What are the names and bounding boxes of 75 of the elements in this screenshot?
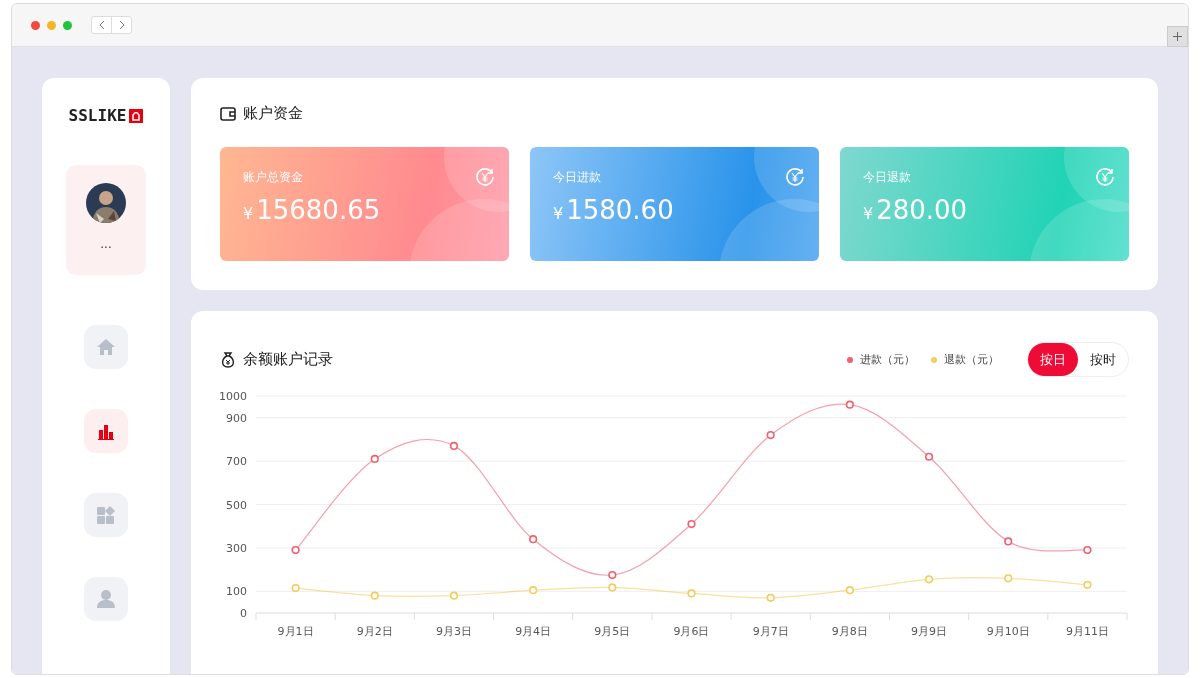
- currency-symbol: ¥: [243, 204, 254, 223]
- data-point: [370, 454, 379, 464]
- data-point: [370, 591, 379, 600]
- data-point: [449, 441, 459, 450]
- apps-icon: [96, 505, 116, 525]
- y-axis-label: 500: [226, 498, 247, 512]
- data-point: [291, 583, 300, 593]
- chevron-right-icon: [117, 20, 126, 30]
- refresh-coin-icon: [1095, 167, 1115, 187]
- y-axis-label: 0: [240, 607, 247, 620]
- user-name: ...: [100, 237, 112, 251]
- data-point: [924, 575, 934, 584]
- toggle-button[interactable]: 按时: [1078, 343, 1128, 376]
- data-point: [924, 452, 934, 461]
- minimize-dot[interactable]: [47, 20, 56, 30]
- section-title: 账户资金: [243, 104, 303, 123]
- data-point: [845, 586, 854, 595]
- currency-symbol: ¥: [863, 204, 874, 223]
- x-axis-label: 9月5日: [594, 625, 631, 638]
- y-axis-label: 100: [226, 585, 247, 599]
- data-point: [608, 570, 617, 580]
- data-point: [766, 430, 775, 440]
- plus-icon: [1173, 32, 1182, 41]
- wallet-icon: [220, 106, 236, 121]
- logo-text: SSLIKE: [68, 106, 127, 125]
- stat-label: 账户总资金: [243, 169, 303, 186]
- x-axis-label: 9月2日: [356, 625, 393, 638]
- maximize-dot[interactable]: [63, 20, 72, 30]
- x-axis-label: 9月4日: [515, 625, 552, 638]
- data-point: [1004, 537, 1013, 546]
- y-axis-label: 900: [226, 411, 247, 425]
- data-point: [1083, 580, 1092, 589]
- y-axis-label: 1000: [219, 390, 247, 403]
- legend-item: 进款（元）: [847, 352, 915, 367]
- data-point: [291, 545, 300, 555]
- x-axis-label: 9月3日: [435, 625, 472, 638]
- data-point: [1004, 574, 1013, 583]
- close-dot[interactable]: [31, 20, 40, 30]
- x-axis-label: 9月11日: [1065, 625, 1109, 638]
- data-point: [845, 400, 854, 409]
- x-axis-label: 9月10日: [986, 625, 1030, 638]
- bar-chart-icon: [97, 422, 115, 440]
- money-bag-icon: [220, 351, 236, 368]
- stat-amount: 280.00: [876, 195, 968, 225]
- data-point: [529, 535, 538, 544]
- user-icon: [96, 589, 116, 609]
- data-point: [1083, 545, 1092, 555]
- data-point: [687, 589, 696, 598]
- stat-amount: 1580.60: [566, 195, 674, 225]
- data-point: [449, 591, 459, 600]
- x-axis-label: 9月1日: [277, 625, 314, 638]
- data-point: [687, 519, 696, 529]
- data-point: [766, 593, 775, 602]
- data-point: [608, 583, 617, 592]
- legend-item: 退款（元）: [931, 352, 999, 367]
- new-tab-button[interactable]: [1167, 26, 1188, 47]
- refresh-coin-icon: [475, 167, 495, 187]
- chevron-left-icon: [97, 20, 106, 30]
- section-title: 余额账户记录: [243, 350, 333, 369]
- y-axis-label: 700: [226, 455, 247, 469]
- currency-symbol: ¥: [553, 204, 564, 223]
- nav-item[interactable]: [84, 409, 128, 453]
- refresh-coin-icon: [785, 167, 805, 187]
- stat-amount: 15680.65: [256, 195, 381, 225]
- stat-label: 今日进款: [553, 169, 601, 186]
- x-axis-label: 9月7日: [752, 625, 789, 638]
- stat-label: 今日退款: [863, 169, 911, 186]
- x-axis-label: 9月6日: [673, 625, 710, 638]
- x-axis-label: 9月8日: [831, 625, 868, 638]
- x-axis-label: 9月9日: [911, 625, 948, 638]
- data-point: [529, 586, 538, 595]
- toggle-button[interactable]: 按日: [1028, 343, 1078, 376]
- logo-icon: [129, 108, 144, 123]
- y-axis-label: 300: [226, 541, 247, 555]
- home-icon: [96, 338, 116, 356]
